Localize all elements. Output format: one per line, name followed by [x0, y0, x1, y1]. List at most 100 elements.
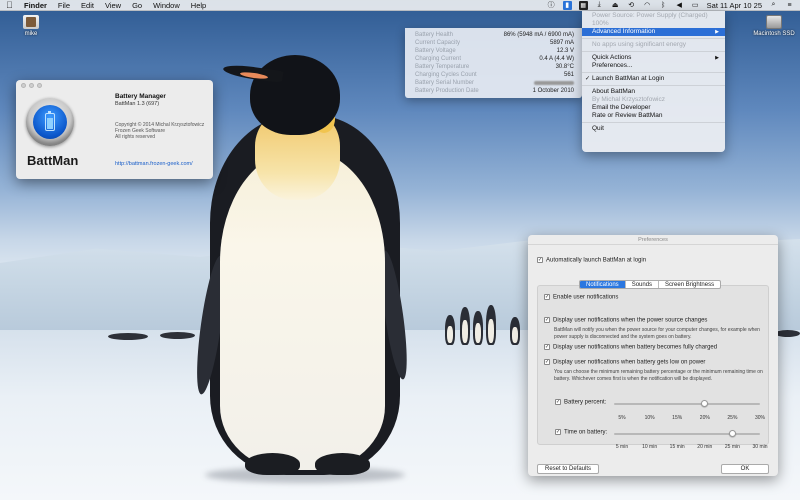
website-link[interactable]: http://battman.frozen-geek.com/: [115, 161, 193, 167]
clock[interactable]: Sat 11 Apr 10 25: [707, 1, 762, 10]
about-titlebar: [16, 80, 213, 91]
about-window: BattMan Battery Manager BattMan 1.3 (697…: [16, 80, 213, 179]
tick-label: 25%: [727, 415, 738, 421]
tick-label: 10%: [644, 415, 655, 421]
battman-icon[interactable]: ▮: [562, 0, 572, 10]
time-on-battery-track[interactable]: [614, 433, 760, 435]
quick-actions-item[interactable]: Quick Actions ▶: [582, 54, 725, 62]
info-key: Battery Production Date: [415, 88, 479, 94]
close-button[interactable]: [21, 83, 26, 88]
eject-icon[interactable]: ⏏: [611, 1, 620, 10]
battery-percent-track[interactable]: [614, 403, 760, 405]
info-row: Battery Voltage 12.3 V: [415, 47, 574, 55]
search-icon[interactable]: ⌕: [769, 1, 778, 10]
menu-edit[interactable]: Edit: [81, 1, 94, 10]
fully-charged-label: Display user notifications when battery …: [553, 344, 718, 351]
notification-center-icon[interactable]: ≡: [785, 1, 794, 10]
info-key: Charging Current: [415, 56, 462, 62]
wifi-icon[interactable]: ◠: [643, 1, 652, 10]
download-icon[interactable]: ⤓: [595, 1, 604, 10]
distant-penguin: [510, 317, 520, 345]
menu-separator: [582, 38, 725, 39]
hard-disk-icon[interactable]: Macintosh SSD: [752, 15, 796, 37]
hard-disk-label: Macintosh SSD: [753, 31, 795, 37]
apple-icon[interactable]: : [6, 0, 14, 10]
menu-file[interactable]: File: [58, 1, 70, 10]
info-value: 86% (5948 mA / 6900 mA): [503, 32, 574, 38]
home-folder-icon[interactable]: mike: [20, 15, 42, 37]
info-row: Charging Current 0.4 A (4.4 W): [415, 55, 574, 63]
enable-notifications-checkbox[interactable]: ✓: [544, 294, 550, 300]
no-apps-item: No apps using significant energy: [592, 41, 686, 48]
distant-penguin: [473, 311, 483, 345]
info-value: 0.4 A (4.4 W): [539, 56, 574, 62]
menu-view[interactable]: View: [105, 1, 121, 10]
home-folder-label: mike: [24, 31, 38, 37]
menu-window[interactable]: Window: [153, 1, 180, 10]
tick-label: 15%: [672, 415, 683, 421]
redacted-serial: [534, 81, 574, 85]
disk-icon: [766, 15, 782, 29]
battman-menu: Power Source: Power Supply (Charged) 100…: [582, 11, 725, 152]
battman-logo-icon: [26, 98, 74, 146]
volume-icon[interactable]: ◀: [675, 1, 684, 10]
tick-label: 30%: [754, 415, 766, 421]
time-on-battery-checkbox[interactable]: ✓: [555, 429, 561, 435]
preferences-item[interactable]: Preferences...: [582, 62, 725, 70]
tab-notifications[interactable]: Notifications: [580, 281, 626, 288]
tick-label: 30 min: [752, 444, 768, 450]
enable-notifications-option[interactable]: ✓ Enable user notifications: [544, 294, 618, 301]
distant-penguins: [440, 295, 530, 345]
rate-review-item[interactable]: Rate or Review BattMan: [582, 112, 725, 120]
tab-sounds[interactable]: Sounds: [626, 281, 660, 288]
low-power-option[interactable]: ✓ Display user notifications when battery…: [544, 359, 705, 366]
advanced-info-item[interactable]: Advanced Information ▶: [582, 28, 725, 36]
lying-penguin: [108, 333, 148, 340]
timemachine-icon[interactable]: ⟲: [627, 1, 636, 10]
zoom-button[interactable]: [37, 83, 42, 88]
power-change-checkbox[interactable]: ✓: [544, 317, 550, 323]
bluetooth-icon[interactable]: ᛒ: [659, 1, 668, 10]
submenu-arrow-icon: ▶: [715, 29, 719, 35]
info-value: 1 October 2010: [532, 88, 574, 94]
ok-button[interactable]: OK: [721, 464, 769, 474]
battery-percent-slider[interactable]: [701, 400, 709, 407]
info-key: Current Capacity: [415, 40, 461, 46]
submenu-arrow-icon: ▶: [715, 55, 719, 61]
info-key: Battery Serial Number: [415, 80, 475, 86]
auto-launch-option[interactable]: ✓ Automatically launch BattMan at login: [537, 257, 646, 264]
launch-login-item[interactable]: ✓ Launch BattMan at Login: [582, 75, 725, 83]
time-on-battery-slider[interactable]: [728, 430, 736, 437]
tick-label: 5 min: [615, 444, 629, 450]
menu-go[interactable]: Go: [132, 1, 142, 10]
lying-penguin: [160, 332, 195, 339]
menu-separator: [582, 122, 725, 123]
menu-finder[interactable]: Finder: [24, 1, 47, 10]
quit-item[interactable]: Quit: [582, 125, 725, 133]
reset-defaults-button[interactable]: Reset to Defaults: [537, 464, 599, 474]
minimize-button[interactable]: [29, 83, 34, 88]
calendar-icon[interactable]: ▦: [578, 0, 588, 10]
email-developer-item[interactable]: Email the Developer: [582, 104, 725, 112]
fully-charged-option[interactable]: ✓ Display user notifications when battery…: [544, 344, 717, 351]
auto-launch-checkbox[interactable]: ✓: [537, 257, 543, 263]
battery-percent-checkbox[interactable]: ✓: [555, 399, 561, 405]
info-key: Charging Cycles Count: [415, 72, 477, 78]
info-icon[interactable]: ⓘ: [547, 1, 556, 10]
preferences-tabs: Notifications Sounds Screen Brightness: [579, 280, 722, 289]
tab-screen-brightness[interactable]: Screen Brightness: [659, 281, 720, 288]
info-key: Battery Voltage: [415, 48, 456, 54]
menu-separator: [582, 85, 725, 86]
power-change-description: BattMan will notify you when the power s…: [554, 327, 760, 340]
low-power-checkbox[interactable]: ✓: [544, 359, 550, 365]
quick-actions-label: Quick Actions: [592, 54, 632, 61]
about-item[interactable]: About BattMan: [582, 88, 725, 96]
lying-penguin: [775, 330, 800, 337]
info-key: Battery Temperature: [415, 64, 470, 70]
power-change-option[interactable]: ✓ Display user notifications when the pow…: [544, 317, 707, 324]
author-item: By Michal Krzysztofowicz: [592, 96, 665, 103]
fully-charged-checkbox[interactable]: ✓: [544, 344, 550, 350]
battery-icon[interactable]: ▭: [691, 1, 700, 10]
menu-help[interactable]: Help: [191, 1, 206, 10]
enable-notifications-label: Enable user notifications: [553, 294, 619, 301]
